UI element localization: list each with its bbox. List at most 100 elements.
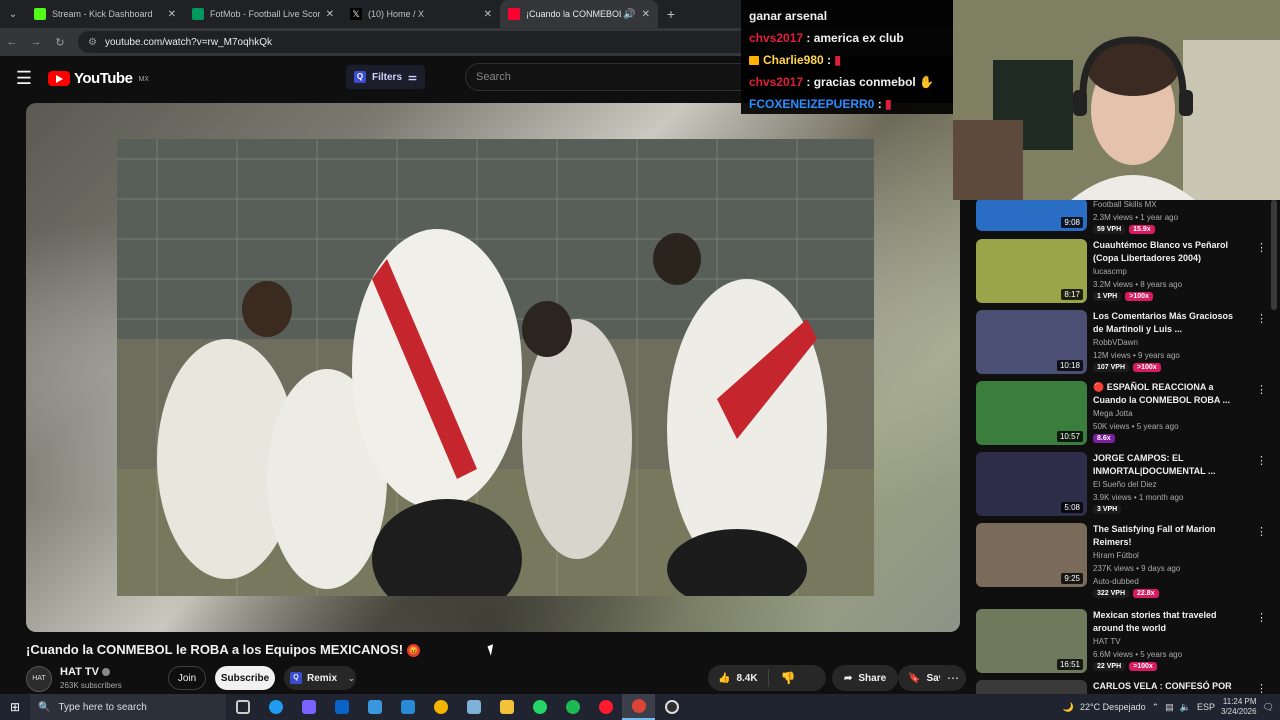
video-title[interactable]: Los Comentarios Más Graciosos de Martino… (1093, 310, 1243, 336)
recommendation-item[interactable]: CARLOS VELA : CONFESÓ POR ⋮ (976, 680, 1267, 694)
hamburger-menu-icon[interactable]: ☰ (0, 68, 48, 89)
obs-icon[interactable] (655, 694, 688, 720)
tab-kick-dashboard[interactable]: Stream - Kick Dashboard ✕ (26, 0, 184, 28)
show-hidden-icons-icon[interactable]: ⌃ (1152, 702, 1160, 713)
chat-message: ganar arsenal (749, 5, 945, 27)
more-options-icon[interactable]: ⋮ (1256, 611, 1267, 624)
video-player[interactable] (26, 103, 960, 632)
tab-fotmob[interactable]: FotMob - Football Live Scores ✕ (184, 0, 342, 28)
spotify-icon[interactable] (556, 694, 589, 720)
recommendation-item[interactable]: 16:51 Mexican stories that traveled arou… (976, 609, 1267, 675)
video-thumbnail[interactable]: 16:51 (976, 609, 1087, 673)
copilot-icon[interactable] (292, 694, 325, 720)
language-indicator[interactable]: ESP (1197, 702, 1215, 712)
recommendations-sidebar: 9:08 Football Skills MX 2.3M views • 1 y… (966, 200, 1280, 694)
video-thumbnail[interactable]: 9:25 (976, 523, 1087, 587)
video-thumbnail[interactable] (976, 680, 1087, 694)
opera-icon[interactable] (589, 694, 622, 720)
video-title[interactable]: The Satisfying Fall of Marion Reimers! (1093, 523, 1243, 549)
channel-name[interactable]: El Sueño del Diez (1093, 478, 1243, 491)
video-title[interactable]: 🔴 ESPAÑOL REACCIONA a Cuando la CONMEBOL… (1093, 381, 1243, 407)
reload-icon[interactable]: ↻ (48, 36, 72, 49)
filters-button[interactable]: Q Filters ⚌ (346, 65, 425, 89)
remix-button[interactable]: Q Remix ⌄ (284, 666, 356, 690)
channel-name[interactable]: RobbVDawn (1093, 336, 1243, 349)
notepad-icon[interactable] (457, 694, 490, 720)
weather-text[interactable]: 22°C Despejado (1080, 702, 1146, 712)
whatsapp-icon[interactable] (523, 694, 556, 720)
recommendation-item[interactable]: 5:08 JORGE CAMPOS: EL INMORTAL|DOCUMENTA… (976, 452, 1267, 518)
more-options-icon[interactable]: ⋮ (1256, 525, 1267, 538)
youtube-logo[interactable]: YouTube MX (48, 70, 149, 87)
video-thumbnail[interactable]: 5:08 (976, 452, 1087, 516)
store-icon[interactable] (358, 694, 391, 720)
duration-badge: 9:25 (1061, 573, 1083, 584)
close-tab-icon[interactable]: ✕ (168, 9, 176, 20)
mute-tab-icon[interactable]: 🔊 (623, 9, 635, 20)
more-options-icon[interactable]: ⋮ (1256, 383, 1267, 396)
new-tab-button[interactable]: + (658, 6, 684, 22)
more-options-icon[interactable]: ⋮ (1256, 241, 1267, 254)
join-button[interactable]: Join (168, 666, 206, 690)
search-input[interactable]: Search (465, 63, 745, 91)
youtube-favicon-icon (508, 8, 520, 20)
channel-name[interactable]: HAT TV (1093, 635, 1243, 648)
channel-name[interactable]: lucascmp (1093, 265, 1243, 278)
task-view-icon[interactable] (226, 694, 259, 720)
video-thumbnail[interactable]: 8:17 (976, 239, 1087, 303)
outlook-icon[interactable] (325, 694, 358, 720)
close-tab-icon[interactable]: ✕ (484, 9, 492, 20)
more-options-icon[interactable]: ⋮ (1256, 312, 1267, 325)
video-thumbnail[interactable]: 10:18 (976, 310, 1087, 374)
recommendation-meta: 🔴 ESPAÑOL REACCIONA a Cuando la CONMEBOL… (1093, 381, 1243, 443)
recommendation-item[interactable]: 10:18 Los Comentarios Más Graciosos de M… (976, 310, 1267, 376)
tab-list-button[interactable]: ⌄ (0, 0, 26, 28)
close-tab-icon[interactable]: ✕ (642, 9, 650, 20)
site-info-icon[interactable]: ⚙ (88, 37, 97, 48)
multiplier-badge: >100x (1133, 363, 1161, 372)
video-thumbnail[interactable]: 9:08 (976, 200, 1087, 231)
tab-youtube-video[interactable]: ¡Cuando la CONMEBOL le R 🔊 ✕ (500, 0, 658, 28)
network-icon[interactable]: ▤ (1165, 702, 1174, 713)
channel-name[interactable]: HAT TV (60, 666, 110, 678)
volume-icon[interactable]: 🔈 (1180, 702, 1191, 713)
more-options-icon[interactable]: ⋮ (1256, 682, 1267, 694)
forward-icon[interactable]: → (24, 36, 48, 48)
like-button[interactable]: 👍 8.4K (708, 669, 769, 687)
edge-icon[interactable] (259, 694, 292, 720)
chrome-canary-icon[interactable] (424, 694, 457, 720)
more-options-icon[interactable]: ⋮ (1256, 454, 1267, 467)
clock[interactable]: 11:24 PM 3/24/2026 (1221, 697, 1257, 717)
video-title[interactable]: Cuauhtémoc Blanco vs Peñarol (Copa Liber… (1093, 239, 1243, 265)
recommendation-item[interactable]: 8:17 Cuauhtémoc Blanco vs Peñarol (Copa … (976, 239, 1267, 305)
tab-x-home[interactable]: 𝕏 (10) Home / X ✕ (342, 0, 500, 28)
channel-name[interactable]: Mega Jotta (1093, 407, 1243, 420)
video-title[interactable]: Mexican stories that traveled around the… (1093, 609, 1243, 635)
back-icon[interactable]: ← (0, 36, 24, 48)
filters-label: Filters (372, 71, 403, 83)
notifications-icon[interactable]: 🗨 (1263, 702, 1274, 713)
chrome-icon[interactable] (622, 694, 655, 720)
sidebar-scrollbar[interactable] (1271, 200, 1277, 310)
recommendation-item[interactable]: 9:08 Football Skills MX 2.3M views • 1 y… (976, 200, 1266, 236)
recommendation-item[interactable]: 9:25 The Satisfying Fall of Marion Reime… (976, 523, 1267, 603)
video-title[interactable]: CARLOS VELA : CONFESÓ POR (1093, 680, 1243, 693)
file-explorer-icon[interactable] (490, 694, 523, 720)
video-title[interactable]: JORGE CAMPOS: EL INMORTAL|DOCUMENTAL ... (1093, 452, 1243, 478)
windows-start-icon[interactable]: ⊞ (0, 700, 30, 714)
weather-icon[interactable]: 🌙 (1063, 702, 1074, 713)
recommendation-item[interactable]: 10:57 🔴 ESPAÑOL REACCIONA a Cuando la CO… (976, 381, 1267, 447)
channel-name[interactable]: Hiram Fútbol (1093, 549, 1243, 562)
channel-avatar[interactable]: HAT (26, 666, 52, 692)
vph-badge: 59 VPH (1093, 225, 1126, 234)
video-thumbnail[interactable]: 10:57 (976, 381, 1087, 445)
address-bar[interactable]: ⚙ youtube.com/watch?v=rw_M7oqhkQk (78, 31, 758, 53)
subscribe-button[interactable]: Subscribe (215, 666, 275, 690)
vscode-icon[interactable] (391, 694, 424, 720)
share-button[interactable]: ➦ Share (832, 665, 899, 691)
taskbar-search-input[interactable]: 🔍 Type here to search (30, 694, 226, 720)
dislike-button[interactable]: 👎 (769, 671, 808, 685)
close-tab-icon[interactable]: ✕ (326, 9, 334, 20)
more-actions-button[interactable]: ⋯ (940, 665, 966, 691)
vph-badge: 107 VPH (1093, 363, 1130, 372)
